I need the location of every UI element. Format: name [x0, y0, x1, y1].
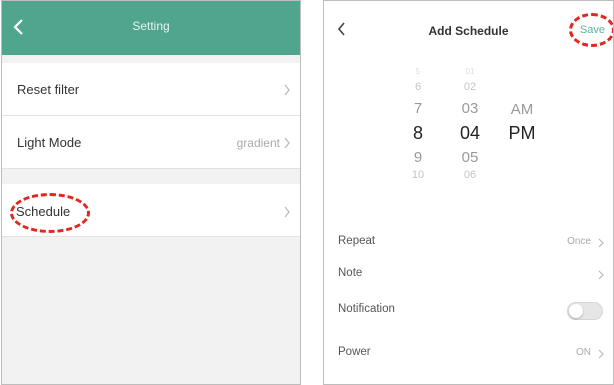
hour-selected[interactable]: 8	[406, 123, 430, 144]
power-label: Power	[338, 346, 371, 358]
hour-option[interactable]: 5	[406, 67, 430, 76]
hour-option[interactable]: 7	[406, 100, 430, 117]
settings-screen: Setting Reset filter Light Mode gradient…	[1, 0, 301, 385]
minute-selected[interactable]: 04	[455, 123, 485, 144]
chevron-right-icon	[598, 349, 604, 359]
reset-filter-label: Reset filter	[17, 82, 80, 97]
minute-option[interactable]: 03	[455, 100, 485, 117]
hour-option[interactable]: 10	[406, 169, 430, 181]
schedule-label: Schedule	[16, 204, 71, 219]
add-schedule-title: Add Schedule	[428, 24, 509, 38]
schedule-row[interactable]: Schedule	[2, 184, 300, 237]
notification-row: Notification	[324, 297, 613, 325]
add-schedule-header: Add Schedule Save	[324, 1, 613, 57]
light-mode-row[interactable]: Light Mode gradient	[2, 116, 300, 169]
settings-title: Setting	[132, 19, 170, 33]
minute-option[interactable]: 06	[455, 169, 485, 181]
minute-option[interactable]: 05	[455, 149, 485, 166]
minute-option[interactable]: 01	[455, 67, 485, 76]
reset-filter-row[interactable]: Reset filter	[2, 63, 300, 116]
repeat-value: Once	[567, 236, 591, 247]
time-picker[interactable]: 5 6 7 8 9 10 01 02 03 04 05 06 AM PM	[324, 67, 613, 197]
repeat-row[interactable]: Repeat Once	[324, 229, 613, 257]
hour-option[interactable]: 6	[406, 81, 430, 93]
light-mode-label: Light Mode	[17, 135, 82, 150]
chevron-right-icon	[284, 137, 290, 149]
settings-header: Setting	[2, 1, 300, 55]
chevron-right-icon	[284, 84, 290, 96]
repeat-label: Repeat	[338, 235, 376, 247]
period-selected-pm[interactable]: PM	[504, 123, 540, 144]
note-label: Note	[338, 267, 363, 279]
period-option-am[interactable]: AM	[504, 101, 540, 118]
power-value: ON	[576, 347, 591, 358]
notification-label: Notification	[338, 303, 395, 315]
hour-option[interactable]: 9	[406, 149, 430, 166]
chevron-right-icon	[598, 270, 604, 280]
toggle-knob	[569, 304, 583, 318]
save-button[interactable]: Save	[580, 24, 605, 36]
power-row[interactable]: Power ON	[324, 340, 613, 368]
chevron-right-icon	[284, 206, 290, 218]
minute-option[interactable]: 02	[455, 81, 485, 93]
chevron-right-icon	[598, 238, 604, 248]
notification-toggle[interactable]	[567, 302, 603, 320]
add-schedule-screen: Add Schedule Save 5 6 7 8 9 10 01 02 03 …	[323, 0, 614, 385]
note-row[interactable]: Note	[324, 261, 613, 289]
light-mode-value: gradient	[236, 136, 280, 150]
